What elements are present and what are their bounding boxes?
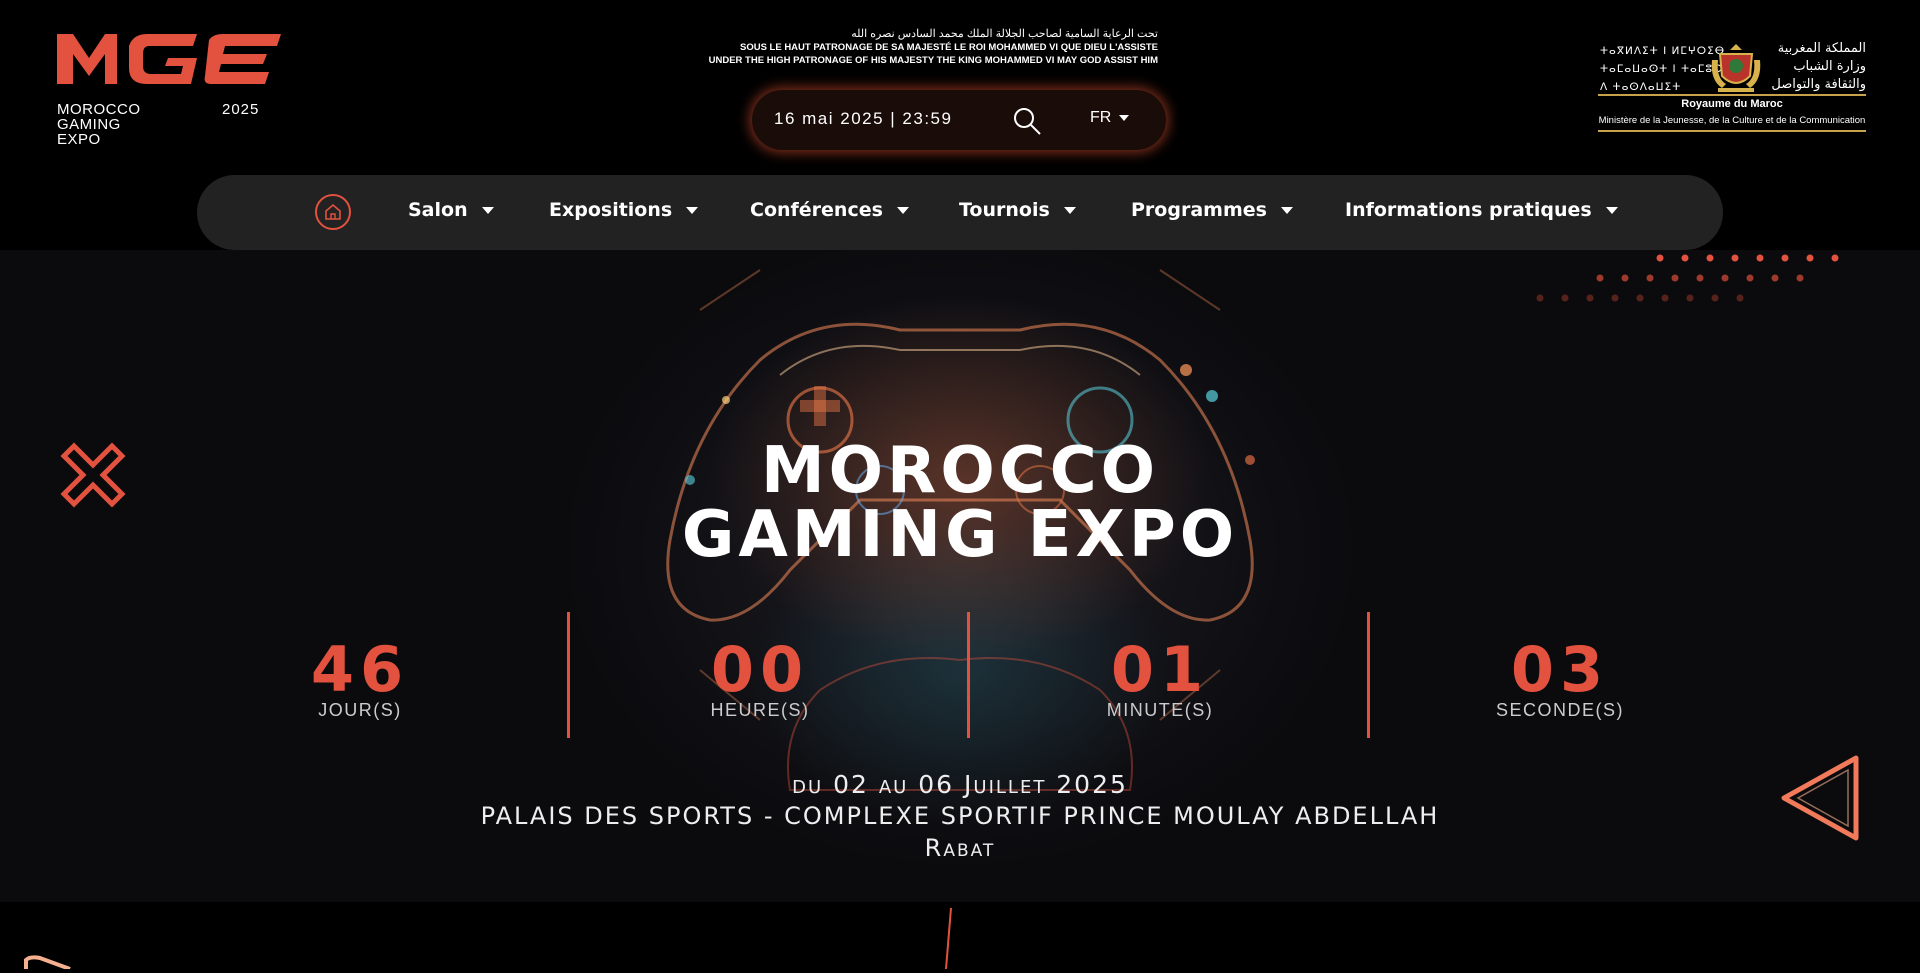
countdown-label: SECONDE(S) — [1495, 700, 1624, 720]
nav-item-programmes[interactable]: Programmes — [1131, 199, 1293, 221]
next-section — [0, 902, 1920, 971]
logo-word-expo: EXPO — [57, 131, 101, 148]
chevron-down-icon — [1280, 207, 1293, 214]
countdown-value: 46 — [310, 633, 410, 706]
patronage-english: UNDER THE HIGH PATRONAGE OF HIS MAJESTY … — [708, 55, 1158, 66]
nav-item-informations-pratiques[interactable]: Informations pratiques — [1345, 199, 1618, 221]
mge-logo-mark — [57, 34, 281, 84]
kingdom-label: Royaume du Maroc — [1681, 98, 1783, 110]
countdown-value: 01 — [1110, 633, 1210, 706]
chevron-down-icon — [1119, 114, 1130, 121]
event-city: Rabat — [924, 834, 996, 862]
nav-label: Salon — [408, 199, 468, 221]
chevron-down-icon — [481, 207, 494, 214]
nav-label: Informations pratiques — [1345, 199, 1592, 221]
hero-banner: MOROCCO GAMING EXPO 46 JOUR(S) 00 HEURE(… — [0, 250, 1920, 902]
patronage-french: SOUS LE HAUT PATRONAGE DE SA MAJESTÉ LE … — [739, 42, 1158, 53]
arabic-line: والثقافة والتواصل — [1771, 77, 1866, 92]
arabic-line: المملكة المغربية — [1777, 41, 1866, 56]
countdown-days: 46 JOUR(S) — [210, 633, 510, 721]
event-dates: du 02 au 06 Juillet 2025 — [792, 770, 1128, 799]
nav-item-expositions[interactable]: Expositions — [549, 199, 699, 221]
countdown-hours: 00 HEURE(S) — [610, 633, 910, 721]
logo-word-morocco: MOROCCO — [57, 101, 141, 118]
decorative-dots — [1530, 250, 1850, 314]
hero-title-line2: GAMING EXPO — [681, 498, 1239, 572]
nav-item-tournois[interactable]: Tournois — [959, 199, 1076, 221]
chevron-down-icon — [1605, 207, 1618, 214]
patronage-arabic: تحت الرعاية السامية لصاحب الجلالة الملك … — [851, 28, 1158, 40]
ministry-name: Ministère de la Jeunesse, de la Culture … — [1598, 115, 1866, 126]
gold-divider — [1598, 94, 1866, 96]
countdown-divider — [567, 612, 570, 738]
arabic-line: وزارة الشباب — [1793, 59, 1866, 74]
chevron-down-icon — [686, 207, 699, 214]
countdown-label: MINUTE(S) — [1106, 700, 1214, 720]
nav-item-conferences[interactable]: Conférences — [750, 199, 909, 221]
mge-logo[interactable]: MOROCCO GAMING EXPO 2025 — [55, 28, 295, 150]
triangle-shape-icon — [1781, 755, 1859, 841]
home-button[interactable] — [315, 194, 351, 230]
search-icon — [1014, 108, 1041, 135]
current-datetime: 16 mai 2025 | 23:59 — [774, 109, 953, 128]
countdown-value: 03 — [1510, 633, 1610, 706]
countdown-label: JOUR(S) — [318, 700, 402, 720]
main-nav: Salon Expositions Conférences Tournois P… — [197, 175, 1723, 250]
countdown-label: HEURE(S) — [710, 700, 810, 720]
chevron-down-icon — [896, 207, 909, 214]
home-icon — [325, 203, 341, 220]
nav-label: Expositions — [549, 199, 673, 221]
logo-year: 2025 — [222, 101, 260, 118]
coat-of-arms-icon — [1711, 44, 1761, 92]
site-header: MOROCCO GAMING EXPO 2025 تحت الرعاية الس… — [0, 0, 1920, 250]
ministry-arabic: المملكة المغربية وزارة الشباب والثقافة و… — [1771, 40, 1866, 94]
language-label: FR — [1090, 109, 1112, 126]
ministry-logo: ⵜⴰⴳⵍⴷⵉⵜ ⵏ ⵍⵎⵖⵔⵉⴱ ⵜⴰⵎⴰⵡⴰⵙⵜ ⵏ ⵜⴰⵎⵓⵔⵜ ⴷ ⵜⴰⵙ… — [1598, 36, 1866, 136]
hero-title-line1: MOROCCO — [760, 434, 1160, 508]
countdown-minutes: 01 MINUTE(S) — [1010, 633, 1310, 721]
nav-label: Tournois — [959, 199, 1050, 221]
event-venue: PALAIS DES SPORTS - COMPLEXE SPORTIF PRI… — [480, 802, 1440, 830]
date-search-bar: 16 mai 2025 | 23:59 FR — [752, 90, 1166, 150]
countdown-seconds: 03 SECONDE(S) — [1410, 633, 1710, 721]
chevron-down-icon — [1063, 207, 1076, 214]
nav-label: Programmes — [1131, 199, 1267, 221]
search-button[interactable] — [1012, 106, 1042, 136]
nav-item-salon[interactable]: Salon — [408, 199, 494, 221]
language-selector[interactable]: FR — [1090, 109, 1130, 127]
countdown-divider — [1367, 612, 1370, 738]
countdown-divider — [967, 612, 970, 738]
countdown-value: 00 — [710, 633, 810, 706]
section-decor — [24, 907, 952, 971]
gold-divider — [1598, 130, 1866, 132]
nav-label: Conférences — [750, 199, 883, 221]
logo-word-gaming: GAMING — [57, 116, 121, 133]
royal-patronage: تحت الرعاية السامية لصاحب الجلالة الملك … — [700, 28, 1158, 67]
